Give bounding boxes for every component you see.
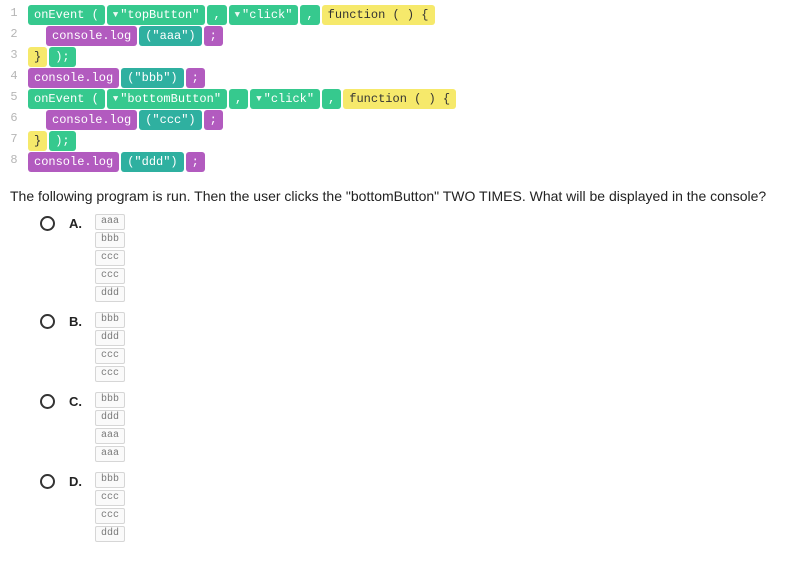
console-output-line: bbb [95, 312, 125, 328]
code-line: 4console.log("bbb"); [0, 67, 800, 88]
code-cell: onEvent (▼"topButton",▼"click",function … [28, 4, 437, 25]
console-output-line: ddd [95, 286, 125, 302]
code-token: console.log [46, 26, 137, 46]
code-token: ); [49, 47, 75, 67]
line-number: 6 [0, 109, 28, 130]
dropdown-icon: ▼ [235, 7, 240, 23]
answer-label: B. [69, 312, 95, 329]
code-line: 3}); [0, 46, 800, 67]
code-token: ▼"bottomButton" [107, 89, 227, 109]
line-number: 1 [0, 4, 28, 25]
radio-icon[interactable] [40, 314, 55, 329]
console-output-line: ccc [95, 366, 125, 382]
answer-option[interactable]: A.aaa bbb ccc ccc ddd [40, 214, 800, 302]
code-token: console.log [28, 152, 119, 172]
code-cell: console.log("aaa"); [46, 25, 225, 46]
dropdown-icon: ▼ [256, 91, 261, 107]
code-token: ("ccc") [139, 110, 201, 130]
code-token: ; [204, 26, 223, 46]
code-token: ("aaa") [139, 26, 201, 46]
code-token: console.log [28, 68, 119, 88]
code-line: 7}); [0, 130, 800, 151]
answer-label: A. [69, 214, 95, 231]
code-token: ("ddd") [121, 152, 183, 172]
console-output-line: ccc [95, 490, 125, 506]
console-output-line: ccc [95, 348, 125, 364]
code-line: 5onEvent (▼"bottomButton",▼"click",funct… [0, 88, 800, 109]
console-output-line: ddd [95, 410, 125, 426]
line-number: 5 [0, 88, 28, 109]
answer-lines: bbb ddd aaa aaa [95, 392, 125, 462]
console-output-line: ccc [95, 250, 125, 266]
radio-icon[interactable] [40, 216, 55, 231]
console-output-line: bbb [95, 392, 125, 408]
console-output-line: ccc [95, 268, 125, 284]
code-block: 1onEvent (▼"topButton",▼"click",function… [0, 0, 800, 180]
code-line: 1onEvent (▼"topButton",▼"click",function… [0, 4, 800, 25]
question-text: The following program is run. Then the u… [0, 180, 800, 210]
line-number: 3 [0, 46, 28, 67]
code-cell: console.log("bbb"); [28, 67, 207, 88]
code-token: ▼"click" [229, 5, 299, 25]
line-number: 2 [0, 25, 28, 46]
code-token: ▼"click" [250, 89, 320, 109]
code-token: function ( ) { [343, 89, 456, 109]
code-line: 2 console.log("aaa"); [0, 25, 800, 46]
answer-label: D. [69, 472, 95, 489]
line-number: 7 [0, 130, 28, 151]
code-token: , [300, 5, 319, 25]
code-token: ; [204, 110, 223, 130]
code-token: , [207, 5, 226, 25]
code-token: ("bbb") [121, 68, 183, 88]
code-token: ; [186, 68, 205, 88]
code-token: onEvent ( [28, 89, 105, 109]
answer-list: A.aaabbbccccccdddB.bbbdddccccccC.bbbddda… [0, 210, 800, 572]
code-token: ); [49, 131, 75, 151]
code-cell: console.log("ccc"); [46, 109, 225, 130]
line-number: 8 [0, 151, 28, 172]
code-token: , [229, 89, 248, 109]
code-token: function ( ) { [322, 5, 435, 25]
line-number: 4 [0, 67, 28, 88]
code-cell: }); [28, 46, 78, 67]
answer-lines: bbb ddd ccc ccc [95, 312, 125, 382]
console-output-line: ccc [95, 508, 125, 524]
console-output-line: bbb [95, 472, 125, 488]
code-token: ▼"topButton" [107, 5, 206, 25]
console-output-line: aaa [95, 214, 125, 230]
code-token: console.log [46, 110, 137, 130]
answer-lines: bbb ccc ccc ddd [95, 472, 125, 542]
console-output-line: bbb [95, 232, 125, 248]
dropdown-icon: ▼ [113, 91, 118, 107]
console-output-line: ddd [95, 526, 125, 542]
console-output-line: aaa [95, 446, 125, 462]
console-output-line: ddd [95, 330, 125, 346]
code-token: } [28, 131, 47, 151]
answer-option[interactable]: B.bbb ddd ccc ccc [40, 312, 800, 382]
code-token: } [28, 47, 47, 67]
console-output-line: aaa [95, 428, 125, 444]
code-token: onEvent ( [28, 5, 105, 25]
code-cell: }); [28, 130, 78, 151]
code-cell: console.log("ddd"); [28, 151, 207, 172]
answer-lines: aaa bbb ccc ccc ddd [95, 214, 125, 302]
answer-option[interactable]: D.bbb ccc ccc ddd [40, 472, 800, 542]
answer-option[interactable]: C.bbb ddd aaa aaa [40, 392, 800, 462]
code-token: ; [186, 152, 205, 172]
radio-icon[interactable] [40, 394, 55, 409]
code-line: 8console.log("ddd"); [0, 151, 800, 172]
dropdown-icon: ▼ [113, 7, 118, 23]
code-cell: onEvent (▼"bottomButton",▼"click",functi… [28, 88, 458, 109]
code-line: 6 console.log("ccc"); [0, 109, 800, 130]
radio-icon[interactable] [40, 474, 55, 489]
code-token: , [322, 89, 341, 109]
answer-label: C. [69, 392, 95, 409]
